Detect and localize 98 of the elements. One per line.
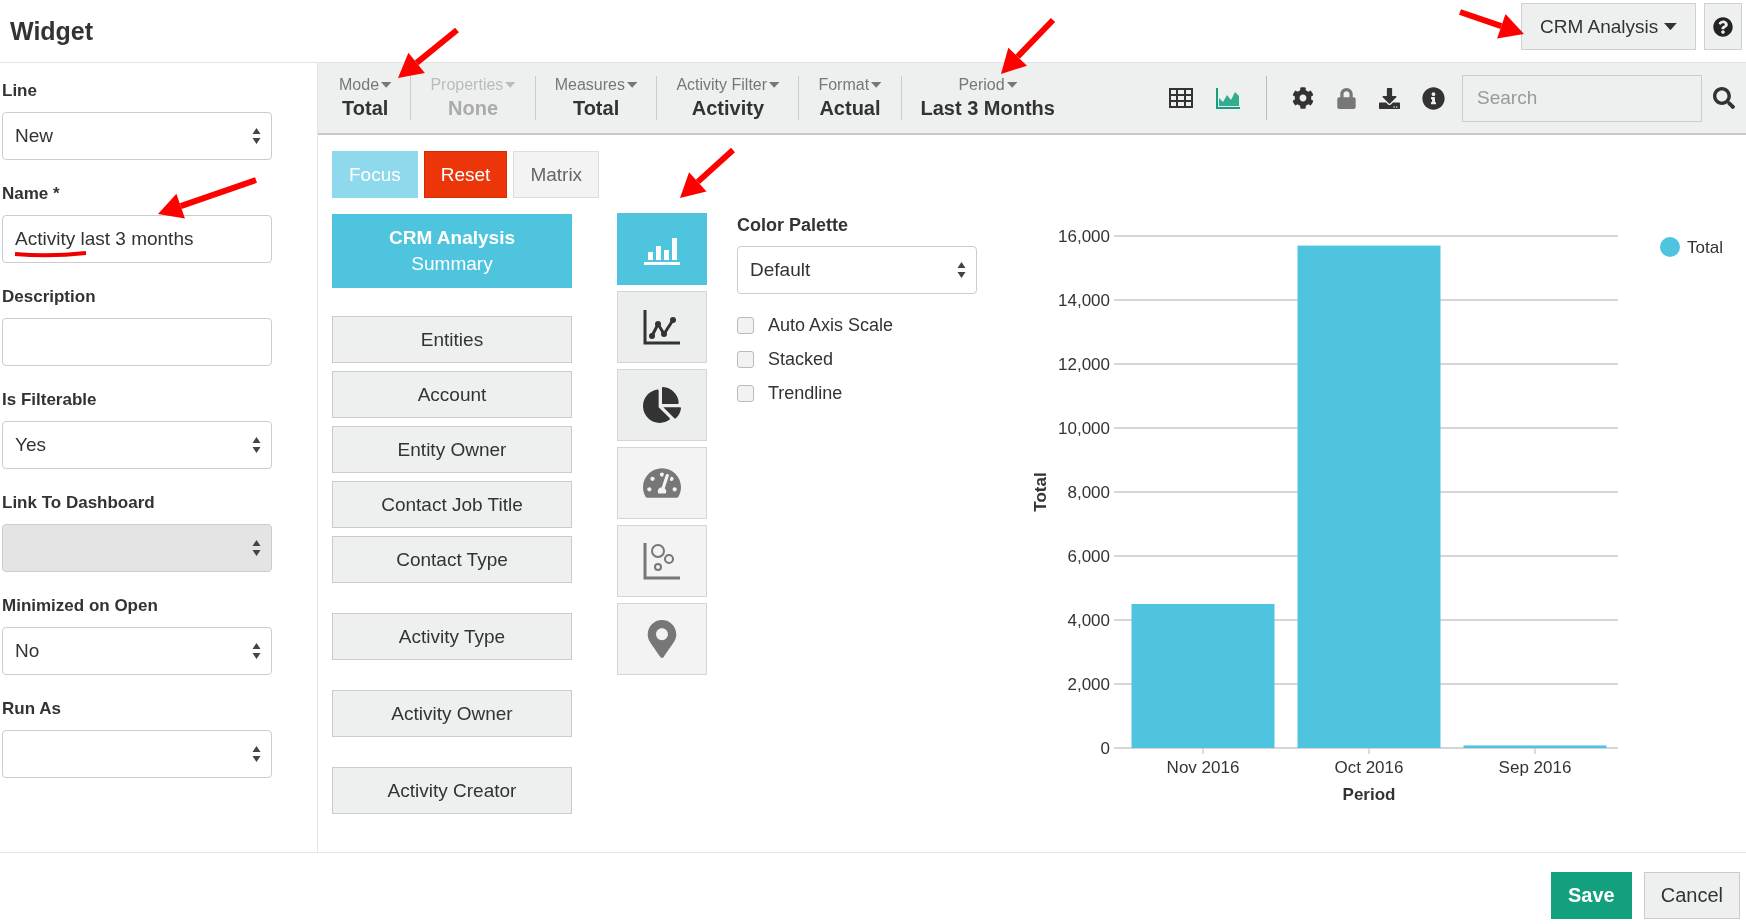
chart-type-button[interactable] bbox=[617, 291, 707, 363]
pie-chart-icon bbox=[643, 386, 681, 424]
toolbar-value: Last 3 Months bbox=[920, 97, 1055, 120]
legend-label: Total bbox=[1687, 238, 1723, 257]
axis-tick-label: 16,000 bbox=[1058, 227, 1110, 246]
select-arrows-icon bbox=[957, 261, 966, 279]
dimension-button[interactable]: Contact Job Title bbox=[332, 481, 572, 528]
info-icon bbox=[1422, 86, 1445, 110]
help-button[interactable] bbox=[1704, 3, 1742, 50]
axis-tick-label: Sep 2016 bbox=[1498, 758, 1572, 777]
help-icon bbox=[1713, 16, 1733, 37]
dimension-button[interactable]: Activity Creator bbox=[332, 767, 572, 814]
select-field[interactable]: Yes bbox=[2, 421, 272, 469]
toolbar-dropdown[interactable]: Mode bbox=[339, 76, 392, 94]
toolbar-value: Activity bbox=[691, 97, 765, 120]
select-arrows-icon bbox=[252, 127, 261, 145]
toolbar-dropdown[interactable]: Measures bbox=[554, 76, 638, 94]
search-button[interactable] bbox=[1713, 87, 1735, 109]
select-arrows-icon bbox=[252, 642, 261, 660]
chart-type-button[interactable] bbox=[617, 369, 707, 441]
cancel-button[interactable]: Cancel bbox=[1643, 872, 1740, 919]
checkbox-label: Auto Axis Scale bbox=[768, 314, 894, 336]
select-field[interactable] bbox=[2, 730, 272, 778]
page-title: Widget bbox=[10, 16, 94, 46]
text-field[interactable]: Activity last 3 months bbox=[2, 215, 272, 263]
axis-tick-label: Oct 2016 bbox=[1334, 758, 1404, 777]
download-icon bbox=[1379, 87, 1400, 109]
caret-icon bbox=[871, 82, 882, 88]
axis-tick-label: 10,000 bbox=[1058, 419, 1110, 438]
axis-tick-label: 14,000 bbox=[1058, 291, 1110, 310]
checkbox-label: Trendline bbox=[768, 382, 843, 404]
toolbar-dropdown[interactable]: Period bbox=[958, 76, 1018, 94]
select-arrows-icon bbox=[252, 539, 261, 557]
axis-tick-label: Nov 2016 bbox=[1166, 758, 1240, 777]
field-label: Description bbox=[2, 287, 97, 307]
tool-button[interactable] bbox=[1422, 86, 1445, 110]
lock-icon bbox=[1336, 87, 1357, 109]
caret-icon bbox=[627, 82, 638, 88]
axis-tick-label: 6,000 bbox=[1067, 547, 1110, 566]
axis-tick-label: 0 bbox=[1100, 739, 1110, 758]
caret-icon bbox=[1006, 82, 1018, 88]
axis-tick-label: 2,000 bbox=[1067, 675, 1110, 694]
dimension-button[interactable]: Entity Owner bbox=[332, 426, 572, 473]
toolbar-value: Total bbox=[342, 97, 389, 120]
field-label: Minimized on Open bbox=[2, 596, 159, 616]
area-chart-icon bbox=[1215, 86, 1241, 110]
text-field[interactable] bbox=[2, 318, 272, 366]
toolbar-dropdown[interactable]: Activity Filter bbox=[676, 76, 780, 94]
action-button[interactable]: Reset bbox=[423, 151, 508, 198]
app-menu-button[interactable]: CRM Analysis bbox=[1520, 3, 1696, 50]
dimension-button[interactable]: Contact Type bbox=[332, 536, 572, 583]
toolbar-value: Total bbox=[572, 97, 620, 120]
dimension-button[interactable]: Activity Owner bbox=[332, 690, 572, 737]
search-field[interactable]: Search bbox=[1462, 74, 1702, 122]
axis-title: Period bbox=[1342, 785, 1396, 804]
annotation-arrow bbox=[680, 147, 735, 198]
toolbar-value: None bbox=[448, 97, 499, 120]
caret-icon bbox=[505, 82, 516, 88]
line-chart-icon bbox=[642, 308, 682, 346]
settings-icon bbox=[1292, 87, 1314, 109]
axis-title: Total bbox=[1031, 472, 1050, 512]
field-label: Run As bbox=[2, 699, 62, 719]
select-field[interactable]: Default bbox=[737, 246, 977, 294]
axis-tick-label: 12,000 bbox=[1058, 355, 1110, 374]
checkbox[interactable] bbox=[737, 350, 754, 368]
dimension-button[interactable]: Entities bbox=[332, 316, 572, 363]
select-field[interactable]: No bbox=[2, 627, 272, 675]
dimension-button[interactable]: Account bbox=[332, 371, 572, 418]
axis-tick-label: 4,000 bbox=[1067, 611, 1110, 630]
search-icon bbox=[1713, 87, 1735, 109]
select-arrows-icon bbox=[252, 745, 261, 763]
tool-button[interactable] bbox=[1379, 87, 1400, 109]
tool-button[interactable] bbox=[1292, 87, 1314, 109]
annotation-arrow bbox=[1459, 9, 1524, 39]
axis-tick-label: 8,000 bbox=[1067, 483, 1110, 502]
select-field[interactable]: New bbox=[2, 112, 272, 160]
checkbox-label: Stacked bbox=[768, 348, 834, 370]
caret-icon bbox=[381, 82, 392, 88]
checkbox[interactable] bbox=[737, 384, 754, 402]
caret-icon bbox=[1664, 22, 1677, 31]
toolbar-value: Actual bbox=[819, 97, 881, 120]
select-arrows-icon bbox=[252, 436, 261, 454]
view-toggle[interactable] bbox=[1215, 86, 1241, 110]
table-icon bbox=[1169, 88, 1193, 108]
toolbar-dropdown[interactable]: Format bbox=[818, 76, 882, 94]
field-label: Line bbox=[2, 81, 38, 101]
field-label: Color Palette bbox=[737, 215, 850, 236]
annotation-arrow bbox=[398, 27, 459, 78]
checkbox[interactable] bbox=[737, 316, 754, 334]
view-toggle[interactable] bbox=[1169, 88, 1193, 108]
annotation-arrow bbox=[1001, 17, 1056, 74]
field-label: Name * bbox=[2, 184, 61, 204]
field-label: Link To Dashboard bbox=[2, 493, 156, 513]
caret-icon bbox=[769, 82, 780, 88]
dimension-button[interactable]: Activity Type bbox=[332, 613, 572, 660]
field-label: Is Filterable bbox=[2, 390, 98, 410]
action-button[interactable]: Matrix bbox=[513, 151, 600, 198]
scatter-chart-icon bbox=[642, 541, 682, 581]
